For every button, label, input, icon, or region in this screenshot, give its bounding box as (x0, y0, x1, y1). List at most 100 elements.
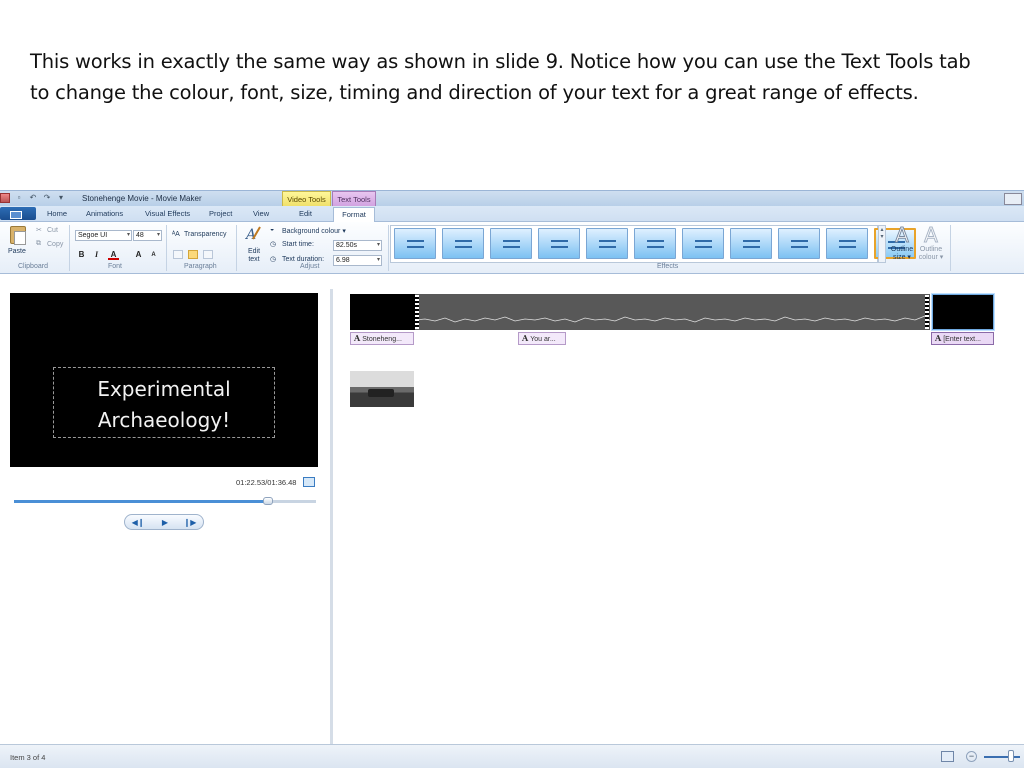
caption-tag[interactable]: A You ar... (518, 332, 566, 345)
text-effect-7[interactable] (682, 228, 724, 259)
outline-colour-label: Outline colour ▾ (918, 246, 944, 261)
background-colour-button[interactable]: Background colour ▾ (282, 227, 346, 235)
bold-button[interactable]: B (76, 249, 87, 260)
context-tab-video-tools: Video Tools (282, 191, 331, 207)
ribbon: Paste ✂ Cut ⧉ Copy Clipboard Segoe UI 48… (0, 222, 1024, 274)
adjust-group-label: Adjust (300, 263, 320, 270)
zoom-slider-thumb[interactable] (1008, 750, 1014, 762)
text-caption-icon: A (354, 333, 361, 343)
text-duration-select[interactable]: 6.98 (333, 255, 382, 266)
save-icon[interactable]: ▫ (14, 193, 24, 203)
tab-view[interactable]: View (253, 209, 269, 218)
outline-size-icon: A (895, 223, 910, 247)
group-divider (236, 225, 237, 271)
title-clip[interactable] (350, 294, 415, 330)
movie-maker-window: ▫ ↶ ↷ ▾ Stonehenge Movie - Movie Maker V… (0, 190, 1024, 768)
seek-bar[interactable] (14, 497, 316, 505)
font-group-label: Font (108, 263, 123, 270)
tab-home[interactable]: Home (47, 209, 67, 218)
font-family-select[interactable]: Segoe UI (75, 230, 132, 241)
fullscreen-icon[interactable] (303, 477, 315, 487)
outline-colour-button[interactable]: A Outline colour ▾ (917, 224, 945, 262)
caption-tag-label: You ar... (530, 336, 556, 343)
effects-gallery-scroll[interactable]: ▴ ▾ (878, 225, 886, 263)
context-tab-text-tools: Text Tools (332, 191, 376, 207)
next-frame-icon[interactable]: ❙▶ (181, 517, 199, 528)
zoom-slider-track[interactable] (984, 756, 1020, 758)
cut-icon[interactable]: ✂ (36, 226, 42, 234)
title-bar: ▫ ↶ ↷ ▾ Stonehenge Movie - Movie Maker V… (0, 190, 1024, 207)
status-bar: Item 3 of 4 − (0, 744, 1024, 768)
text-effect-icon (839, 240, 856, 248)
clip-edge (415, 295, 419, 329)
font-size-select[interactable]: 48 (133, 230, 162, 241)
tab-edit[interactable]: Edit (299, 209, 312, 218)
quick-access-toolbar: ▫ ↶ ↷ ▾ (0, 193, 66, 203)
selected-clip[interactable] (931, 293, 995, 331)
previous-frame-icon[interactable]: ◀❙ (129, 517, 147, 528)
align-right-button[interactable] (203, 250, 213, 259)
copy-button[interactable]: Copy (47, 241, 63, 248)
text-effect-icon (503, 240, 520, 248)
item-count: Item 3 of 4 (10, 753, 46, 762)
copy-icon[interactable]: ⧉ (36, 240, 41, 248)
edit-text-icon[interactable]: A (245, 225, 261, 241)
window-title: Stonehenge Movie - Movie Maker (82, 194, 202, 203)
group-divider (950, 225, 951, 271)
tab-animations[interactable]: Animations (86, 209, 123, 218)
paste-button[interactable]: Paste (8, 248, 26, 255)
text-effect-2[interactable] (442, 228, 484, 259)
text-caption-icon: A (935, 333, 942, 343)
text-effect-icon (407, 240, 424, 248)
movie-maker-app-icon[interactable] (0, 193, 10, 203)
caption-tag-selected[interactable]: A [Enter text... (931, 332, 994, 345)
group-divider (69, 225, 70, 271)
customize-qat-icon[interactable]: ▾ (56, 193, 66, 203)
storyboard (333, 289, 1024, 744)
text-effect-3[interactable] (490, 228, 532, 259)
italic-button[interactable]: I (91, 249, 102, 260)
text-effect-icon (695, 240, 712, 248)
text-effect-4[interactable] (538, 228, 580, 259)
text-effect-6[interactable] (634, 228, 676, 259)
text-effect-1[interactable] (394, 228, 436, 259)
font-colour-button[interactable]: A (108, 249, 119, 260)
start-time-input[interactable]: 82.50s (333, 240, 382, 251)
window-control-button[interactable] (1004, 193, 1022, 205)
undo-icon[interactable]: ↶ (28, 193, 38, 203)
shrink-font-button[interactable]: A (148, 250, 159, 261)
text-effect-5[interactable] (586, 228, 628, 259)
text-duration-icon: ◷ (270, 256, 277, 263)
play-icon[interactable]: ▶ (156, 517, 174, 528)
align-left-button[interactable] (173, 250, 183, 259)
text-effect-8[interactable] (730, 228, 772, 259)
aspect-ratio-icon[interactable] (941, 751, 954, 762)
transparency-button[interactable]: Transparency (184, 231, 227, 238)
tab-project[interactable]: Project (209, 209, 232, 218)
zoom-out-icon[interactable]: − (966, 751, 977, 762)
cut-button[interactable]: Cut (47, 227, 58, 234)
grow-font-button[interactable]: A (133, 249, 144, 260)
transport-controls: ◀❙ ▶ ❙▶ (124, 514, 204, 530)
text-effect-9[interactable] (778, 228, 820, 259)
tab-visual-effects[interactable]: Visual Effects (145, 209, 190, 218)
start-time-icon: ◷ (270, 241, 277, 248)
photo-clip-thumbnail[interactable] (350, 371, 414, 407)
edit-text-button[interactable]: Edit text (245, 248, 263, 264)
audio-waveform[interactable] (414, 294, 931, 330)
redo-icon[interactable]: ↷ (42, 193, 52, 203)
text-effect-icon (599, 240, 616, 248)
clip-edge (925, 295, 929, 329)
file-menu-button[interactable] (0, 207, 36, 220)
waveform-graphic (414, 315, 931, 323)
seek-thumb[interactable] (262, 497, 273, 505)
outline-size-button[interactable]: A Outline size ▾ (888, 223, 916, 262)
tab-format[interactable]: Format (333, 207, 375, 223)
outline-size-label: Outline size ▾ (890, 246, 914, 261)
paste-icon[interactable] (10, 226, 26, 245)
playback-time: 01:22.53/01:36.48 (236, 478, 297, 487)
align-center-button[interactable] (188, 250, 198, 259)
text-effect-10[interactable] (826, 228, 868, 259)
caption-tag[interactable]: A Stoneheng... (350, 332, 414, 345)
caption-preview-text: Experimental Archaeology! (53, 374, 275, 436)
